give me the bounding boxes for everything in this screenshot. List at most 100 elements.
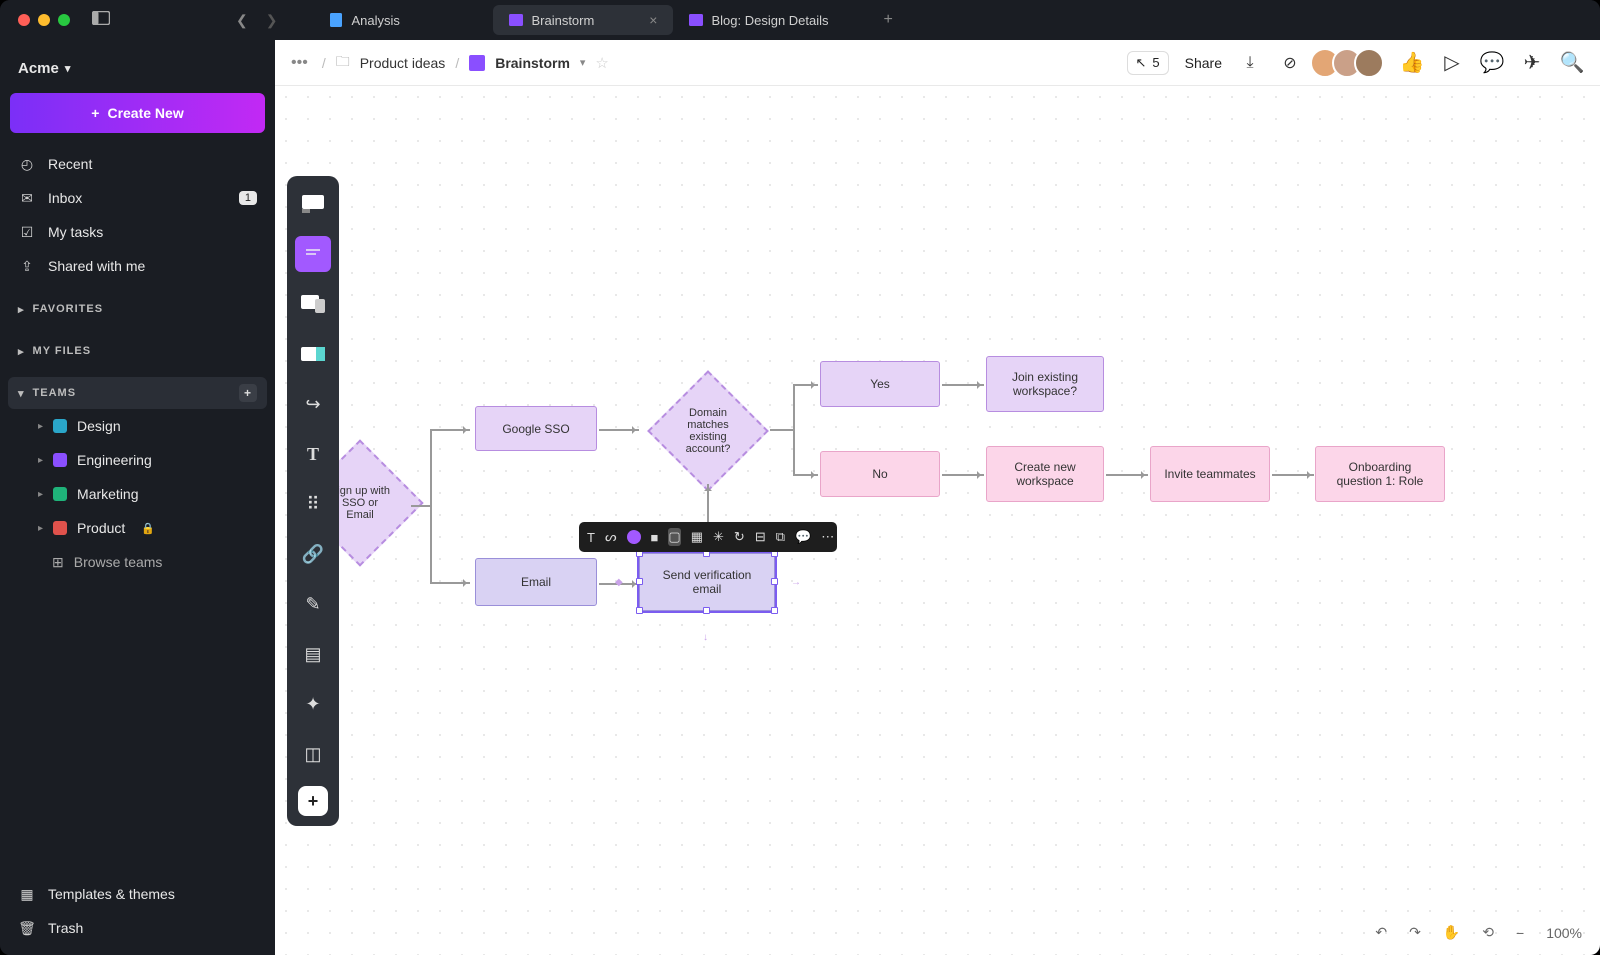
export-icon[interactable]: ⤓: [1238, 51, 1262, 75]
nav-templates[interactable]: ▦ Templates & themes: [8, 877, 267, 911]
search-icon[interactable]: 🔍: [1560, 51, 1584, 75]
nav-recent[interactable]: ◴ Recent: [8, 147, 267, 181]
breadcrumb-folder[interactable]: Product ideas: [360, 55, 446, 71]
tab-analysis[interactable]: Analysis: [313, 5, 493, 35]
close-window-button[interactable]: [18, 14, 30, 26]
section-my-files[interactable]: ▸ MY FILES: [8, 335, 267, 367]
avatar[interactable]: [1354, 48, 1384, 78]
history-icon[interactable]: ⟲: [1482, 924, 1494, 941]
connector[interactable]: [770, 429, 794, 431]
tab-brainstorm[interactable]: Brainstorm ×: [493, 5, 673, 35]
node-no[interactable]: No: [820, 451, 940, 497]
tool-card[interactable]: [295, 336, 331, 372]
tool-link[interactable]: 🔗: [295, 536, 331, 572]
zoom-level[interactable]: 100%: [1546, 925, 1582, 941]
globe-icon[interactable]: ⊘: [1278, 51, 1302, 75]
send-icon[interactable]: ✈: [1520, 51, 1544, 75]
present-icon[interactable]: ▷: [1440, 51, 1464, 75]
tool-devices[interactable]: [295, 286, 331, 322]
node-domain-match[interactable]: Domain matches existing account?: [647, 370, 769, 492]
add-tab-button[interactable]: +: [883, 11, 892, 29]
team-product[interactable]: ▸ Product 🔒: [8, 511, 267, 545]
node-create-new[interactable]: Create new workspace: [986, 446, 1104, 502]
connector[interactable]: [793, 384, 818, 386]
browse-teams[interactable]: ⊞ Browse teams: [8, 545, 267, 579]
ctx-rotate-icon[interactable]: ↻: [734, 528, 745, 546]
connector[interactable]: [599, 429, 639, 431]
section-teams[interactable]: ▾ TEAMS +: [8, 377, 267, 409]
sidebar-toggle-icon[interactable]: [92, 11, 110, 30]
tab-blog-design-details[interactable]: Blog: Design Details: [673, 5, 853, 35]
tool-note[interactable]: [295, 186, 331, 222]
nav-forward-button[interactable]: ❯: [266, 12, 278, 29]
tool-pen[interactable]: ✎: [295, 586, 331, 622]
node-onboarding[interactable]: Onboarding question 1: Role: [1315, 446, 1445, 502]
workspace-picker[interactable]: Acme ▾: [8, 46, 267, 93]
node-invite[interactable]: Invite teammates: [1150, 446, 1270, 502]
connector[interactable]: [942, 384, 984, 386]
nav-my-tasks[interactable]: ☑ My tasks: [8, 215, 267, 249]
team-marketing[interactable]: ▸ Marketing: [8, 477, 267, 511]
canvas[interactable]: ↪ T ⠿ 🔗 ✎ ▤ ✦ ◫ + Sign up with SSO or Em…: [275, 86, 1600, 955]
create-new-button[interactable]: + Create New: [10, 93, 265, 133]
ctx-border-icon[interactable]: ▢: [668, 528, 680, 546]
undo-icon[interactable]: ↶: [1375, 924, 1387, 941]
tool-ai[interactable]: ✦: [295, 686, 331, 722]
star-icon[interactable]: ☆: [595, 54, 608, 72]
drag-handle-icon[interactable]: →: [791, 577, 801, 588]
breadcrumb-board[interactable]: Brainstorm: [495, 55, 570, 71]
connector[interactable]: [793, 474, 818, 476]
share-button[interactable]: Share: [1185, 55, 1222, 71]
more-menu-icon[interactable]: •••: [291, 54, 308, 72]
connector[interactable]: [411, 505, 431, 507]
like-icon[interactable]: 👍: [1400, 51, 1424, 75]
ctx-more-icon[interactable]: ⋯: [821, 528, 834, 546]
team-design[interactable]: ▸ Design: [8, 409, 267, 443]
nav-trash[interactable]: 🗑 Trash: [8, 911, 267, 945]
node-send-verification[interactable]: Send verification email: [639, 553, 775, 611]
connector[interactable]: [793, 384, 795, 476]
tool-shapes[interactable]: ⠿: [295, 486, 331, 522]
nav-back-button[interactable]: ❮: [236, 12, 248, 29]
drag-handle-icon[interactable]: ◆: [615, 577, 623, 588]
viewer-count[interactable]: ↖ 5: [1127, 51, 1169, 75]
ctx-fill-icon[interactable]: ■: [651, 528, 659, 546]
connector[interactable]: [430, 582, 470, 584]
connector[interactable]: [942, 474, 984, 476]
connector[interactable]: [1272, 474, 1314, 476]
tool-arrow[interactable]: ↪: [295, 386, 331, 422]
node-join-existing[interactable]: Join existing workspace?: [986, 356, 1104, 412]
section-favorites[interactable]: ▸ FAVORITES: [8, 293, 267, 325]
ctx-comment-icon[interactable]: 💬: [795, 528, 811, 546]
chevron-down-icon[interactable]: ▾: [580, 56, 586, 69]
ctx-effects-icon[interactable]: ✳: [713, 528, 724, 546]
connector[interactable]: [430, 429, 470, 431]
nav-shared-with-me[interactable]: ⇪ Shared with me: [8, 249, 267, 283]
team-engineering[interactable]: ▸ Engineering: [8, 443, 267, 477]
presence-avatars[interactable]: [1318, 48, 1384, 78]
ctx-text-icon[interactable]: T: [587, 528, 595, 546]
tool-text[interactable]: T: [295, 436, 331, 472]
ctx-pattern-icon[interactable]: ▦: [691, 528, 703, 546]
node-email[interactable]: Email: [475, 558, 597, 606]
tool-add[interactable]: +: [298, 786, 328, 816]
zoom-out-icon[interactable]: −: [1516, 925, 1524, 941]
ctx-branch-icon[interactable]: ᔕ: [605, 528, 617, 546]
node-yes[interactable]: Yes: [820, 361, 940, 407]
tool-layout[interactable]: ◫: [295, 736, 331, 772]
tool-sticky[interactable]: [295, 236, 331, 272]
connector[interactable]: [1106, 474, 1148, 476]
nav-inbox[interactable]: ✉ Inbox 1: [8, 181, 267, 215]
minimize-window-button[interactable]: [38, 14, 50, 26]
ctx-copy-icon[interactable]: ⧉: [776, 528, 785, 546]
add-team-button[interactable]: +: [239, 384, 257, 402]
comment-icon[interactable]: 💬: [1480, 51, 1504, 75]
drag-handle-icon[interactable]: ↓: [703, 632, 708, 643]
tool-table[interactable]: ▤: [295, 636, 331, 672]
node-google-sso[interactable]: Google SSO: [475, 406, 597, 451]
hand-tool-icon[interactable]: ✋: [1443, 924, 1460, 941]
maximize-window-button[interactable]: [58, 14, 70, 26]
ctx-align-icon[interactable]: ⊟: [755, 528, 766, 546]
close-tab-icon[interactable]: ×: [649, 12, 657, 28]
redo-icon[interactable]: ↷: [1409, 924, 1421, 941]
